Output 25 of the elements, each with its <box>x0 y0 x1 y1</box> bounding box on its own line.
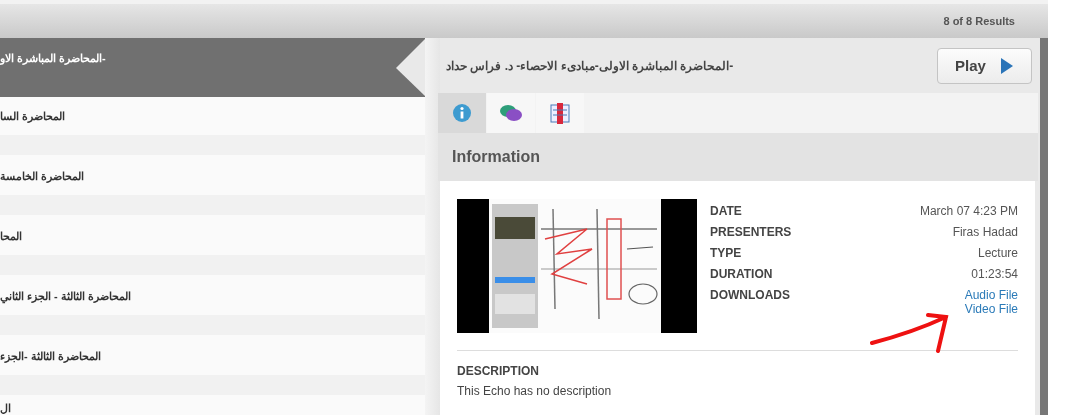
results-count: 8 of 8 Results <box>943 15 1015 27</box>
detail-label: PRESENTERS <box>710 225 792 241</box>
detail-value: Lecture <box>977 246 1018 262</box>
tab[interactable] <box>536 93 584 133</box>
scrollbar[interactable] <box>425 38 440 415</box>
info-icon <box>452 103 472 123</box>
tab[interactable] <box>487 93 535 133</box>
section-title: Information <box>452 148 540 166</box>
detail-value: 01:23:54 <box>971 267 1018 283</box>
detail-label: DOWNLOADS <box>710 288 790 304</box>
book-icon <box>549 102 571 124</box>
description-label: DESCRIPTION <box>457 364 540 378</box>
lecture-item[interactable]: -المحاضرة المباشرة الاو <box>0 38 425 97</box>
download-link[interactable]: Audio File <box>964 288 1018 302</box>
play-button[interactable]: Play <box>937 47 1032 84</box>
detail-label: DATE <box>710 204 742 220</box>
detail-label: TYPE <box>710 246 742 262</box>
play-icon <box>999 56 1014 75</box>
download-link[interactable]: Video File <box>964 302 1018 316</box>
chat-bubbles-icon <box>499 103 523 123</box>
detail-value: Firas Hadad <box>952 225 1018 241</box>
detail-label: DURATION <box>710 267 773 283</box>
description-text: This Echo has no description <box>457 384 613 398</box>
detail-value: March 07 4:23 PM <box>919 204 1018 220</box>
recording-title: -المحاضرة المباشرة الاولى-مبادىء الاحصاء- د. فراس حداد <box>446 58 734 73</box>
